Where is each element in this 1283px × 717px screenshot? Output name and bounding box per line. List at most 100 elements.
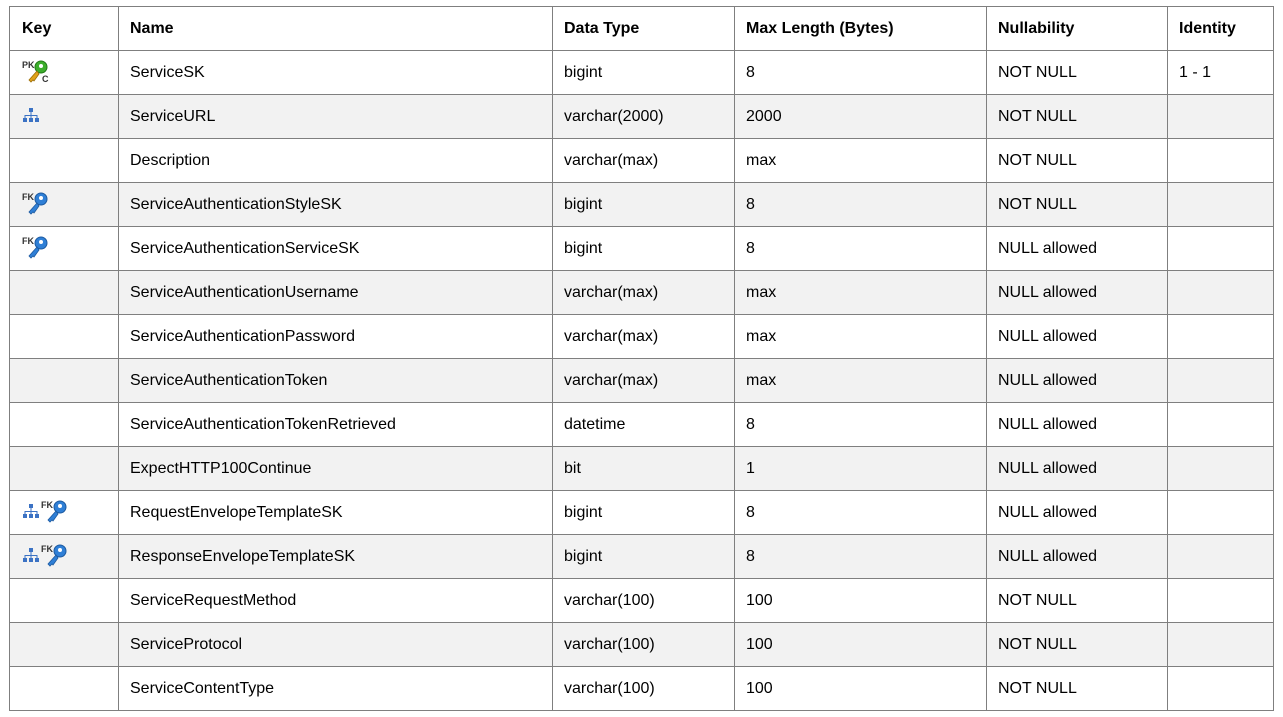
key-cell [9,446,119,491]
key-cell: FK [9,226,119,271]
nullability-cell: NOT NULL [986,182,1168,227]
max-length-cell: max [734,314,987,359]
fk-key-icon: FK [22,191,52,215]
max-length-cell: 8 [734,402,987,447]
column-name-cell: ServiceAuthenticationServiceSK [118,226,553,271]
table-row[interactable]: ServiceAuthenticationUsername varchar(max… [9,270,1274,315]
column-name-cell: Description [118,138,553,183]
identity-cell [1167,534,1274,579]
max-length-cell: 100 [734,666,987,711]
pk-fk-key-icon: PK C [22,59,52,84]
key-icons: FK [22,498,71,524]
svg-text:C: C [42,74,49,83]
column-name-cell: ServiceAuthenticationStyleSK [118,182,553,227]
data-type-cell: varchar(2000) [552,94,735,139]
column-name-cell: ExpectHTTP100Continue [118,446,553,491]
data-type-cell: bigint [552,182,735,227]
header-name[interactable]: Name [118,6,553,51]
svg-text:PK: PK [22,60,35,70]
key-cell: FK [9,534,119,579]
key-icons: PK C [22,58,52,84]
table-row[interactable]: Description varchar(max) max NOT NULL [9,138,1274,183]
table-row[interactable]: ServiceAuthenticationPassword varchar(max… [9,314,1274,359]
key-icons: FK [22,234,52,260]
column-name-cell: ServiceContentType [118,666,553,711]
column-name-cell: RequestEnvelopeTemplateSK [118,490,553,535]
index-icon [22,499,40,523]
identity-cell: 1 - 1 [1167,50,1274,95]
key-cell [9,270,119,315]
table-row[interactable]: ServiceURL varchar(2000) 2000 NOT NULL [9,94,1274,139]
max-length-cell: max [734,358,987,403]
max-length-cell: 100 [734,622,987,667]
nullability-cell: NULL allowed [986,534,1168,579]
table-row[interactable]: ServiceRequestMethod varchar(100) 100 NOT N… [9,578,1274,623]
identity-cell [1167,490,1274,535]
key-cell [9,138,119,183]
fk-key-icon: FK [41,543,71,567]
key-cell: FK [9,490,119,535]
header-identity[interactable]: Identity [1167,6,1274,51]
key-cell [9,402,119,447]
header-max-length[interactable]: Max Length (Bytes) [734,6,987,51]
index-icon [22,543,40,567]
index-icon [22,103,40,127]
table-row[interactable]: ServiceAuthenticationTokenRetrieved datet… [9,402,1274,447]
nullability-cell: NULL allowed [986,358,1168,403]
max-length-cell: 8 [734,50,987,95]
fk-key-icon: FK [41,499,71,523]
max-length-cell: 8 [734,534,987,579]
data-type-cell: bigint [552,50,735,95]
column-name-cell: ServiceAuthenticationUsername [118,270,553,315]
header-nullability[interactable]: Nullability [986,6,1168,51]
nullability-cell: NOT NULL [986,50,1168,95]
nullability-cell: NOT NULL [986,578,1168,623]
max-length-cell: 8 [734,490,987,535]
max-length-cell: 8 [734,182,987,227]
svg-text:FK: FK [41,500,53,510]
data-type-cell: varchar(100) [552,622,735,667]
table-row[interactable]: ServiceProtocol varchar(100) 100 NOT NULL [9,622,1274,667]
column-name-cell: ServiceAuthenticationTokenRetrieved [118,402,553,447]
key-icons: FK [22,190,52,216]
table-row[interactable]: FK ServiceAuthenticationServiceSK bigint 8 N… [9,226,1274,271]
key-icons [22,102,40,128]
table-row[interactable]: ExpectHTTP100Continue bit 1 NULL allowed [9,446,1274,491]
identity-cell [1167,270,1274,315]
column-name-cell: ServiceSK [118,50,553,95]
max-length-cell: 2000 [734,94,987,139]
column-name-cell: ServiceAuthenticationPassword [118,314,553,359]
identity-cell [1167,402,1274,447]
max-length-cell: 8 [734,226,987,271]
identity-cell [1167,446,1274,491]
table-row[interactable]: FK ResponseEnvelopeTemplateSK bigint 8 NULL … [9,534,1274,579]
identity-cell [1167,666,1274,711]
header-key[interactable]: Key [9,6,119,51]
data-type-cell: bigint [552,534,735,579]
table-row[interactable]: ServiceContentType varchar(100) 100 NOT NUL… [9,666,1274,711]
table-row[interactable]: ServiceAuthenticationToken varchar(max) ma… [9,358,1274,403]
identity-cell [1167,622,1274,667]
nullability-cell: NULL allowed [986,446,1168,491]
key-icons: FK [22,542,71,568]
table-row[interactable]: PK C ServiceSK bigint 8 NOT NULL 1 - 1 [9,50,1274,95]
data-type-cell: varchar(max) [552,138,735,183]
nullability-cell: NULL allowed [986,226,1168,271]
header-data-type[interactable]: Data Type [552,6,735,51]
key-cell [9,358,119,403]
svg-text:FK: FK [22,236,34,246]
data-type-cell: bigint [552,490,735,535]
nullability-cell: NULL allowed [986,270,1168,315]
data-type-cell: bigint [552,226,735,271]
nullability-cell: NOT NULL [986,138,1168,183]
max-length-cell: 100 [734,578,987,623]
identity-cell [1167,94,1274,139]
identity-cell [1167,358,1274,403]
max-length-cell: max [734,270,987,315]
key-cell [9,578,119,623]
max-length-cell: 1 [734,446,987,491]
table-row[interactable]: FK ServiceAuthenticationStyleSK bigint 8 NOT… [9,182,1274,227]
table-row[interactable]: FK RequestEnvelopeTemplateSK bigint 8 NULL a… [9,490,1274,535]
columns-table: Key Name Data Type Max Length (Bytes) Nu… [9,6,1274,711]
identity-cell [1167,578,1274,623]
